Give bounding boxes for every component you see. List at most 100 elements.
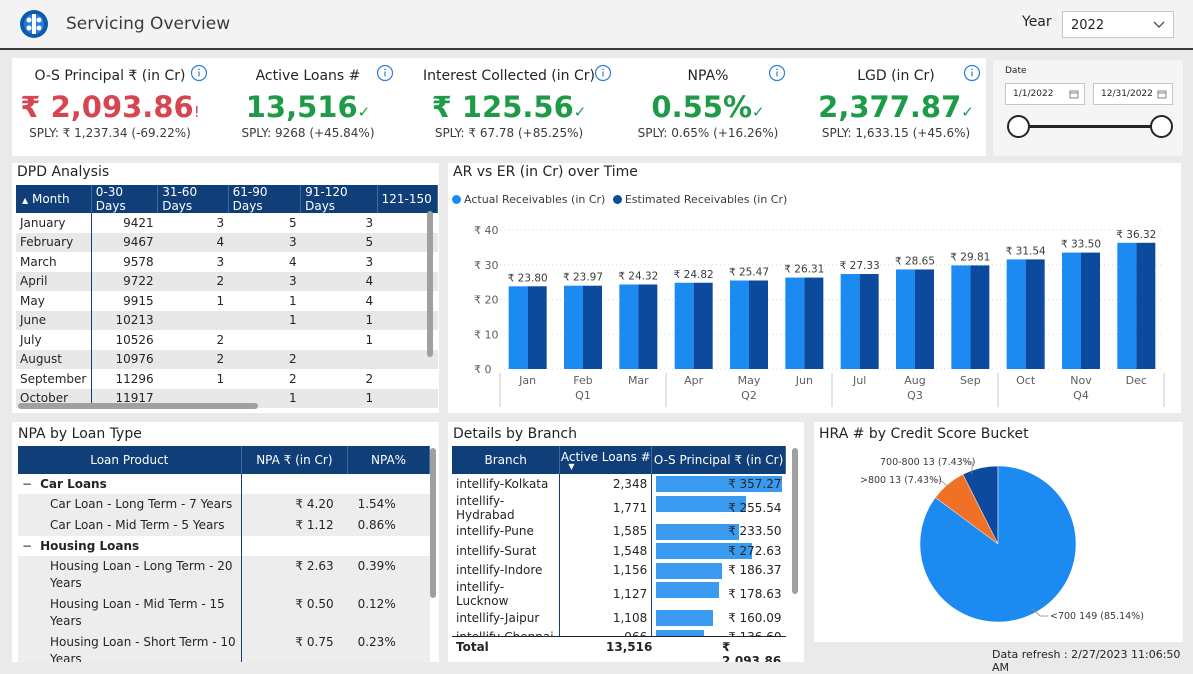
column-header[interactable]: 91-120 Days bbox=[300, 185, 378, 213]
table-row[interactable]: Car Loan - Mid Term - 5 Years ₹ 1.12 0.86% bbox=[18, 515, 430, 536]
table-row[interactable]: August 10976 2 2 bbox=[16, 349, 438, 369]
actual-bar[interactable] bbox=[1062, 252, 1081, 369]
table-row[interactable]: intellify-Indore 1,156 ₹ 186.37 bbox=[452, 560, 786, 580]
table-row[interactable]: February 9467 4 3 5 bbox=[16, 232, 438, 252]
actual-bar[interactable] bbox=[951, 265, 971, 369]
column-header[interactable]: O-S Principal ₹ (in Cr) bbox=[651, 446, 786, 474]
dpd-count-cell bbox=[157, 310, 229, 330]
column-header-month[interactable]: ▲ Month bbox=[16, 185, 92, 213]
year-dropdown[interactable]: 2022 bbox=[1062, 11, 1174, 38]
x-tick-label: Jan bbox=[518, 374, 536, 387]
column-header[interactable]: 31-60 Days bbox=[157, 185, 229, 213]
column-header[interactable]: NPA ₹ (in Cr) bbox=[241, 446, 349, 474]
actual-bar[interactable] bbox=[730, 280, 749, 369]
estimated-bar[interactable] bbox=[859, 274, 879, 369]
dpd-count-cell: 5 bbox=[288, 215, 297, 230]
info-icon[interactable] bbox=[376, 64, 394, 82]
estimated-bar[interactable] bbox=[970, 265, 990, 369]
horizontal-scrollbar[interactable] bbox=[18, 403, 258, 409]
info-icon[interactable] bbox=[768, 64, 786, 82]
actual-bar[interactable] bbox=[1006, 259, 1026, 369]
actual-bar[interactable] bbox=[619, 284, 639, 369]
table-row[interactable]: June 10213 1 1 bbox=[16, 310, 438, 330]
info-icon[interactable] bbox=[190, 64, 208, 82]
info-icon[interactable] bbox=[594, 64, 612, 82]
kpi-value: 13,516✓ bbox=[245, 90, 371, 124]
table-row[interactable]: intellify-Jaipur 1,108 ₹ 160.09 bbox=[452, 608, 786, 628]
table-row[interactable]: intellify-Hydrabad 1,771 ₹ 255.54 bbox=[452, 493, 786, 522]
calendar-icon[interactable] bbox=[1069, 89, 1079, 99]
info-icon[interactable] bbox=[963, 64, 981, 82]
table-row[interactable]: Housing Loan - Short Term - 10 Years ₹ 0.… bbox=[18, 632, 430, 662]
principal-value: ₹ 255.54 bbox=[728, 500, 782, 515]
estimated-bar[interactable] bbox=[749, 280, 768, 369]
month-cell: July bbox=[16, 330, 92, 350]
range-end-handle[interactable] bbox=[1150, 115, 1173, 138]
dpd-count-cell: 9722 bbox=[91, 271, 158, 291]
table-row[interactable]: Car Loan - Long Term - 7 Years ₹ 4.20 1.54… bbox=[18, 494, 430, 515]
npa-percent-cell: 0.12% bbox=[347, 594, 430, 632]
vertical-scrollbar[interactable] bbox=[427, 211, 433, 357]
column-header[interactable]: 0-30 Days bbox=[91, 185, 159, 213]
table-row[interactable]: intellify-Lucknow 1,127 ₹ 178.63 bbox=[452, 580, 786, 608]
collapse-icon[interactable]: − bbox=[22, 539, 32, 553]
actual-bar[interactable] bbox=[785, 277, 805, 369]
range-start-handle[interactable] bbox=[1007, 115, 1030, 138]
table-row[interactable]: January 9421 3 5 3 bbox=[16, 213, 438, 233]
date-range-track[interactable] bbox=[1017, 125, 1162, 128]
calendar-icon[interactable] bbox=[1157, 89, 1167, 99]
column-header[interactable]: Loan Product bbox=[18, 446, 242, 474]
npa-table: Loan Product NPA ₹ (in Cr) NPA% − Car Loa… bbox=[18, 446, 430, 662]
group-row[interactable]: − Car Loans bbox=[18, 474, 430, 494]
column-header-active-loans[interactable]: Active Loans # ▼ bbox=[559, 446, 653, 474]
column-header[interactable]: NPA% bbox=[347, 446, 430, 474]
column-header[interactable]: Branch bbox=[452, 446, 561, 474]
table-row[interactable]: intellify-Pune 1,585 ₹ 233.50 bbox=[452, 521, 786, 541]
dpd-count-cell: 3 bbox=[216, 215, 225, 230]
estimated-bar[interactable] bbox=[804, 277, 824, 369]
actual-bar[interactable] bbox=[564, 285, 583, 369]
table-row[interactable]: intellify-Surat 1,548 ₹ 272.63 bbox=[452, 541, 786, 561]
table-row[interactable]: March 9578 3 4 3 bbox=[16, 252, 438, 272]
dpd-count-cell: 3 bbox=[365, 254, 374, 269]
estimated-bar[interactable] bbox=[1081, 252, 1100, 369]
actual-bar[interactable] bbox=[1117, 242, 1137, 369]
data-label: ₹ 25.47 bbox=[729, 266, 769, 278]
table-row[interactable]: Housing Loan - Mid Term - 15 Years ₹ 0.50… bbox=[18, 594, 430, 632]
estimated-bar[interactable] bbox=[693, 282, 713, 369]
vertical-scrollbar[interactable] bbox=[792, 448, 798, 594]
estimated-bar[interactable] bbox=[527, 286, 547, 369]
actual-bar[interactable] bbox=[840, 274, 860, 369]
estimated-bar[interactable] bbox=[638, 284, 658, 369]
start-date-input[interactable]: 1/1/2022 bbox=[1005, 83, 1085, 105]
end-date-input[interactable]: 12/31/2022 bbox=[1093, 83, 1173, 105]
vertical-scrollbar[interactable] bbox=[430, 448, 436, 598]
column-header[interactable]: 61-90 Days bbox=[228, 185, 302, 213]
column-header[interactable]: 121-150 bbox=[377, 185, 439, 213]
table-row[interactable]: Housing Loan - Long Term - 20 Years ₹ 2.6… bbox=[18, 556, 430, 594]
actual-bar[interactable] bbox=[508, 286, 528, 369]
estimated-bar[interactable] bbox=[583, 285, 602, 369]
total-label: Total bbox=[456, 640, 489, 654]
actual-bar[interactable] bbox=[674, 282, 694, 369]
table-row[interactable]: April 9722 2 3 4 bbox=[16, 271, 438, 291]
dpd-count-cell: 9915 bbox=[123, 293, 154, 308]
details-by-branch-card: Details by Branch Branch Active Loans # ▼… bbox=[448, 422, 804, 662]
table-row[interactable]: July 10526 2 1 bbox=[16, 330, 438, 350]
table-row[interactable]: May 9915 1 1 4 bbox=[16, 291, 438, 311]
group-row[interactable]: − Housing Loans bbox=[18, 536, 430, 556]
empty-cell bbox=[348, 474, 430, 494]
estimated-bar[interactable] bbox=[915, 269, 934, 369]
quarter-label: Q3 bbox=[907, 389, 923, 402]
dpd-count-cell: 4 bbox=[365, 293, 374, 308]
table-row[interactable]: September 11296 1 2 2 bbox=[16, 369, 438, 389]
branch-name-cell: intellify-Lucknow bbox=[452, 580, 561, 608]
dpd-count-cell: 4 bbox=[288, 254, 297, 269]
active-loans-cell: 2,348 bbox=[559, 474, 653, 494]
estimated-bar[interactable] bbox=[1136, 242, 1156, 369]
loan-product-cell: Car Loan - Mid Term - 5 Years bbox=[18, 515, 242, 536]
actual-bar[interactable] bbox=[896, 269, 915, 369]
estimated-bar[interactable] bbox=[1025, 259, 1045, 369]
collapse-icon[interactable]: − bbox=[22, 477, 32, 491]
table-row[interactable]: intellify-Kolkata 2,348 ₹ 357.27 bbox=[452, 474, 786, 494]
